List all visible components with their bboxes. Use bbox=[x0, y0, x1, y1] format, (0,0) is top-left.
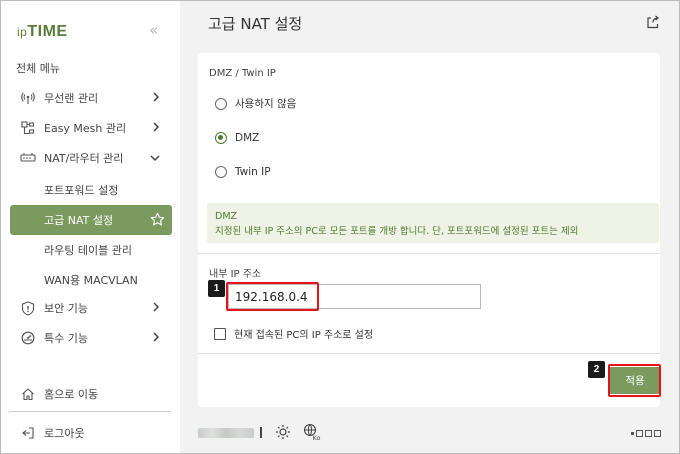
radio-button-selected[interactable] bbox=[215, 132, 227, 144]
language-globe-icon[interactable]: Ko bbox=[303, 423, 321, 445]
chevron-down-icon bbox=[150, 152, 160, 165]
sidebar-subitem-label: 고급 NAT 설정 bbox=[44, 214, 114, 227]
radio-twin-ip-option[interactable]: Twin IP bbox=[215, 166, 271, 178]
radio-label: 사용하지 않음 bbox=[235, 98, 297, 110]
layout-toggle-icon[interactable] bbox=[631, 430, 661, 437]
square bbox=[645, 430, 652, 437]
radio-label: DMZ bbox=[235, 132, 260, 144]
language-code: Ko bbox=[313, 434, 321, 441]
star-icon[interactable] bbox=[150, 212, 165, 230]
sidebar-item-logout[interactable]: 로그아웃 bbox=[1, 420, 180, 446]
router-icon bbox=[20, 150, 36, 166]
sidebar-item-label: 특수 기능 bbox=[44, 332, 88, 345]
sidebar: ipTIME « 전체 메뉴 무선랜 관리 Easy Mesh 관리 NAT/라… bbox=[1, 1, 180, 453]
sidebar-item-label: NAT/라우터 관리 bbox=[44, 152, 124, 165]
iptime-logo[interactable]: ipTIME bbox=[17, 23, 68, 41]
section-title: DMZ / Twin IP bbox=[209, 68, 276, 79]
section-divider bbox=[198, 353, 660, 354]
sidebar-subitem-routing-table[interactable]: 라우팅 테이블 관리 bbox=[44, 242, 132, 258]
apply-button[interactable]: 적용 bbox=[610, 367, 660, 394]
sidebar-item-nat-router[interactable]: NAT/라우터 관리 bbox=[1, 145, 180, 171]
logout-icon bbox=[20, 425, 36, 441]
sidebar-item-wireless[interactable]: 무선랜 관리 bbox=[1, 85, 180, 111]
chevron-right-icon bbox=[152, 332, 160, 345]
footer-separator bbox=[260, 427, 262, 438]
ip-address-input[interactable] bbox=[228, 284, 481, 309]
step-badge-1: 1 bbox=[208, 280, 225, 297]
sidebar-item-label: 로그아웃 bbox=[44, 427, 85, 440]
sidebar-item-label: 보안 기능 bbox=[44, 302, 88, 315]
main-content: 고급 NAT 설정 DMZ / Twin IP 사용하지 않음 DMZ Twin… bbox=[180, 1, 679, 453]
sidebar-item-label: Easy Mesh 관리 bbox=[44, 122, 127, 135]
sidebar-subitem-port-forward[interactable]: 포트포워드 설정 bbox=[44, 182, 118, 198]
chevron-right-icon bbox=[152, 302, 160, 315]
chevron-right-icon bbox=[152, 122, 160, 135]
sidebar-subitem-wan-macvlan[interactable]: WAN용 MACVLAN bbox=[44, 272, 138, 288]
wireless-icon bbox=[20, 90, 36, 106]
sidebar-divider bbox=[9, 411, 171, 412]
sidebar-item-label: 홈으로 이동 bbox=[44, 388, 99, 401]
sidebar-item-label: 무선랜 관리 bbox=[44, 92, 99, 105]
settings-card: DMZ / Twin IP 사용하지 않음 DMZ Twin IP DMZ 지정… bbox=[198, 53, 661, 407]
ip-address-label: 내부 IP 주소 bbox=[209, 269, 262, 280]
info-box: DMZ 지정된 내부 IP 주소의 PC로 모든 포트를 개방 합니다. 단, … bbox=[207, 203, 659, 243]
radio-disabled-option[interactable]: 사용하지 않음 bbox=[215, 96, 296, 111]
page-title: 고급 NAT 설정 bbox=[208, 15, 303, 33]
mesh-icon bbox=[20, 120, 36, 136]
sidebar-subitem-advanced-nat[interactable]: 고급 NAT 설정 bbox=[10, 205, 172, 235]
square bbox=[654, 430, 661, 437]
brightness-icon[interactable] bbox=[275, 424, 291, 444]
radio-dmz-option[interactable]: DMZ bbox=[215, 132, 259, 144]
logo-prefix: ip bbox=[17, 25, 28, 39]
export-icon[interactable] bbox=[646, 14, 660, 33]
checkbox-label: 현재 접속된 PC의 IP 주소로 설정 bbox=[234, 330, 374, 341]
step-badge-2: 2 bbox=[588, 361, 605, 378]
info-title: DMZ bbox=[215, 211, 238, 222]
logo-main: TIME bbox=[27, 23, 68, 40]
home-icon bbox=[20, 386, 36, 402]
sidebar-item-security[interactable]: 보안 기능 bbox=[1, 295, 180, 321]
all-menu-label: 전체 메뉴 bbox=[16, 62, 60, 75]
shield-icon bbox=[20, 300, 36, 316]
info-text: 지정된 내부 IP 주소의 PC로 모든 포트를 개방 합니다. 단, 포트포워… bbox=[215, 226, 579, 237]
sidebar-item-easy-mesh[interactable]: Easy Mesh 관리 bbox=[1, 115, 180, 141]
chevron-right-icon bbox=[152, 92, 160, 105]
sidebar-item-home[interactable]: 홈으로 이동 bbox=[1, 381, 180, 407]
collapse-sidebar-icon[interactable]: « bbox=[149, 21, 158, 39]
use-current-pc-ip-option[interactable]: 현재 접속된 PC의 IP 주소로 설정 bbox=[214, 326, 373, 341]
checkbox[interactable] bbox=[214, 327, 226, 340]
radio-button[interactable] bbox=[215, 97, 227, 110]
blurred-version-info bbox=[198, 428, 254, 438]
radio-label: Twin IP bbox=[235, 166, 271, 178]
sidebar-item-special[interactable]: 특수 기능 bbox=[1, 325, 180, 351]
radio-button[interactable] bbox=[215, 166, 227, 178]
section-divider bbox=[198, 253, 660, 254]
dot bbox=[631, 432, 634, 435]
square bbox=[636, 430, 643, 437]
gauge-icon bbox=[20, 330, 36, 346]
